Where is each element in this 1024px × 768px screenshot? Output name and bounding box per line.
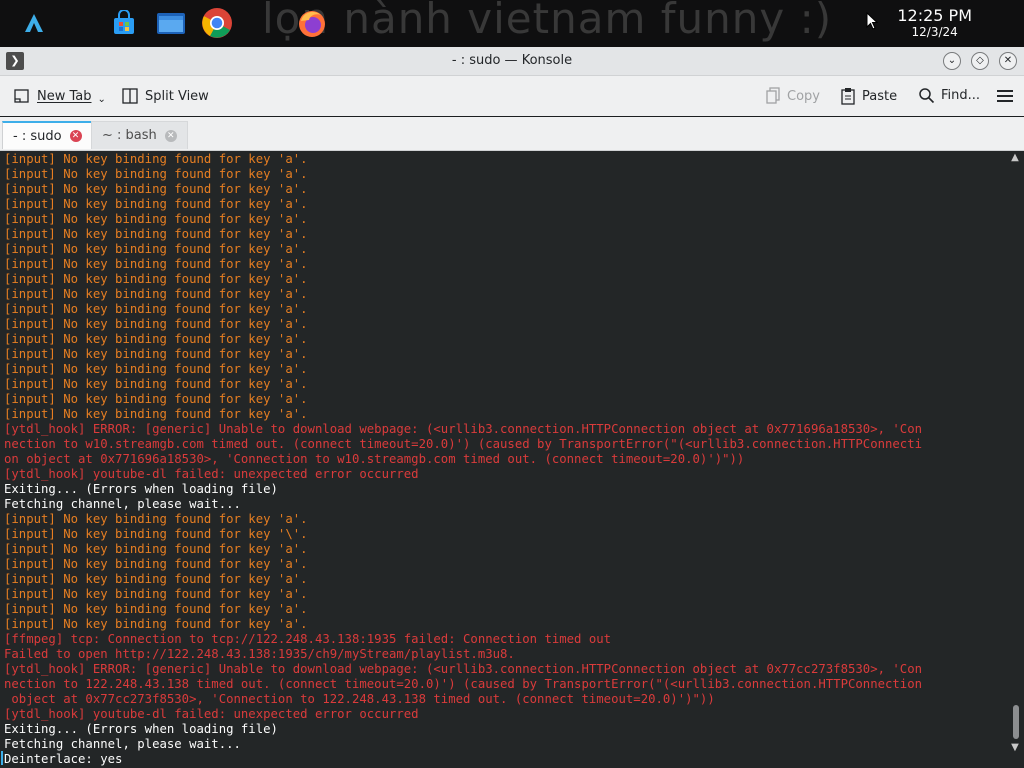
minimize-button[interactable]: ⌄ xyxy=(943,52,961,70)
scrollbar-thumb[interactable] xyxy=(1013,705,1019,739)
terminal-line: Failed to open http://122.248.43.138:193… xyxy=(4,647,515,661)
terminal-line: [input] No key binding found for key 'a'… xyxy=(4,242,308,256)
scroll-up-icon[interactable]: ▲ xyxy=(1010,153,1020,163)
store-icon[interactable] xyxy=(107,6,141,40)
hamburger-menu-button[interactable] xyxy=(996,88,1014,104)
tab-label: ~ : bash xyxy=(102,128,157,143)
chevron-down-icon[interactable]: ⌄ xyxy=(98,94,106,105)
window-title: - : sudo — Konsole xyxy=(451,53,573,68)
terminal-line: [ffmpeg] tcp: Connection to tcp://122.24… xyxy=(4,632,612,646)
terminal-line: [input] No key binding found for key 'a'… xyxy=(4,512,308,526)
terminal-line: [input] No key binding found for key 'a'… xyxy=(4,227,308,241)
copy-icon xyxy=(765,87,781,105)
clock-time: 12:25 PM xyxy=(897,6,972,25)
terminal-line: [input] No key binding found for key 'a'… xyxy=(4,257,308,271)
terminal-line: object at 0x77cc273f8530>, 'Connection t… xyxy=(4,692,715,706)
copy-button[interactable]: Copy xyxy=(765,87,820,105)
close-tab-icon[interactable]: ✕ xyxy=(69,130,82,142)
paste-button[interactable]: Paste xyxy=(840,87,897,105)
terminal-line: [ytdl_hook] ERROR: [generic] Unable to d… xyxy=(4,662,923,676)
scroll-down-icon[interactable]: ▼ xyxy=(1010,743,1020,753)
terminal-line: [input] No key binding found for key 'a'… xyxy=(4,167,308,181)
tab-sudo[interactable]: - : sudo ✕ xyxy=(2,121,93,149)
terminal-line: [input] No key binding found for key 'a'… xyxy=(4,197,308,211)
app-launcher-icon[interactable] xyxy=(17,6,51,40)
new-tab-icon xyxy=(13,87,31,105)
split-view-icon xyxy=(121,87,139,105)
new-tab-button[interactable]: New Tab ⌄ xyxy=(13,87,106,105)
new-tab-label: New Tab xyxy=(37,88,92,104)
terminal-scrollbar[interactable]: ▲ ▼ xyxy=(1006,151,1024,768)
close-tab-icon[interactable]: ✕ xyxy=(164,129,177,142)
terminal-line: [input] No key binding found for key 'a'… xyxy=(4,212,308,226)
terminal-line: [input] No key binding found for key 'a'… xyxy=(4,272,308,286)
terminal-line: [input] No key binding found for key 'a'… xyxy=(4,542,308,556)
tab-bash[interactable]: ~ : bash ✕ xyxy=(91,121,188,149)
terminal-line: Fetching channel, please wait... xyxy=(4,497,241,511)
paste-label: Paste xyxy=(862,88,898,104)
mouse-pointer-icon xyxy=(866,11,879,34)
close-window-button[interactable]: ✕ xyxy=(999,52,1017,70)
terminal-output[interactable]: [input] No key binding found for key 'a'… xyxy=(0,151,1006,768)
terminal-line: [input] No key binding found for key 'a'… xyxy=(4,557,308,571)
terminal-line: Fetching channel, please wait... xyxy=(4,737,241,751)
firefox-icon[interactable] xyxy=(295,6,329,40)
terminal-line: [input] No key binding found for key 'a'… xyxy=(4,302,308,316)
terminal-line: [input] No key binding found for key 'a'… xyxy=(4,317,308,331)
terminal-line: Exiting... (Errors when loading file) xyxy=(4,482,278,496)
tab-bar: - : sudo ✕ ~ : bash ✕ xyxy=(0,117,1024,151)
copy-label: Copy xyxy=(787,88,820,104)
terminal-line: Exiting... (Errors when loading file) xyxy=(4,722,278,736)
system-clock[interactable]: 12:25 PM 12/3/24 xyxy=(897,7,972,40)
terminal-line: [input] No key binding found for key 'a'… xyxy=(4,347,308,361)
desktop-panel: lọn nành vietnam funny :) 12:25 PM 12/3/… xyxy=(0,0,1024,47)
paste-icon xyxy=(840,87,856,105)
wallpaper-caption: lọn nành vietnam funny :) xyxy=(262,0,833,43)
terminal-line: [ytdl_hook] youtube-dl failed: unexpecte… xyxy=(4,707,419,721)
terminal-line: [input] No key binding found for key '\'… xyxy=(4,527,308,541)
terminal-line: on object at 0x771696a18530>, 'Connectio… xyxy=(4,452,745,466)
terminal-line: [ytdl_hook] youtube-dl failed: unexpecte… xyxy=(4,467,419,481)
terminal-line: [input] No key binding found for key 'a'… xyxy=(4,392,308,406)
split-view-label: Split View xyxy=(145,88,209,104)
terminal-line: [input] No key binding found for key 'a'… xyxy=(4,332,308,346)
chrome-icon[interactable] xyxy=(200,6,234,40)
terminal-lines: [input] No key binding found for key 'a'… xyxy=(4,152,922,767)
clock-date: 12/3/24 xyxy=(911,25,958,39)
terminal-line: [input] No key binding found for key 'a'… xyxy=(4,182,308,196)
terminal-line: [ytdl_hook] ERROR: [generic] Unable to d… xyxy=(4,422,923,436)
tab-label: - : sudo xyxy=(13,128,62,144)
terminal-line: [input] No key binding found for key 'a'… xyxy=(4,152,308,166)
split-view-button[interactable]: Split View xyxy=(121,87,209,105)
terminal-line: Deinterlace: yes xyxy=(4,752,123,766)
hamburger-menu-icon xyxy=(996,88,1014,104)
terminal-line: nection to w10.streamgb.com timed out. (… xyxy=(4,437,923,451)
find-button[interactable]: Find... xyxy=(918,87,980,104)
terminal-line: [input] No key binding found for key 'a'… xyxy=(4,377,308,391)
text-cursor xyxy=(1,751,3,765)
maximize-button[interactable]: ◇ xyxy=(971,52,989,70)
terminal-line: [input] No key binding found for key 'a'… xyxy=(4,362,308,376)
window-titlebar[interactable]: ❯ - : sudo — Konsole ⌄ ◇ ✕ xyxy=(0,47,1024,76)
terminal-line: [input] No key binding found for key 'a'… xyxy=(4,602,308,616)
terminal-line: [input] No key binding found for key 'a'… xyxy=(4,572,308,586)
terminal-line: [input] No key binding found for key 'a'… xyxy=(4,587,308,601)
terminal-line: [input] No key binding found for key 'a'… xyxy=(4,407,308,421)
find-label: Find... xyxy=(941,88,981,103)
konsole-toolbar: New Tab ⌄ Split View Copy Paste Find... xyxy=(0,76,1024,116)
terminal-line: nection to 122.248.43.138 timed out. (co… xyxy=(4,677,923,691)
terminal-line: [input] No key binding found for key 'a'… xyxy=(4,617,308,631)
file-manager-icon[interactable] xyxy=(154,6,188,40)
terminal-line: [input] No key binding found for key 'a'… xyxy=(4,287,308,301)
search-icon xyxy=(918,87,935,104)
